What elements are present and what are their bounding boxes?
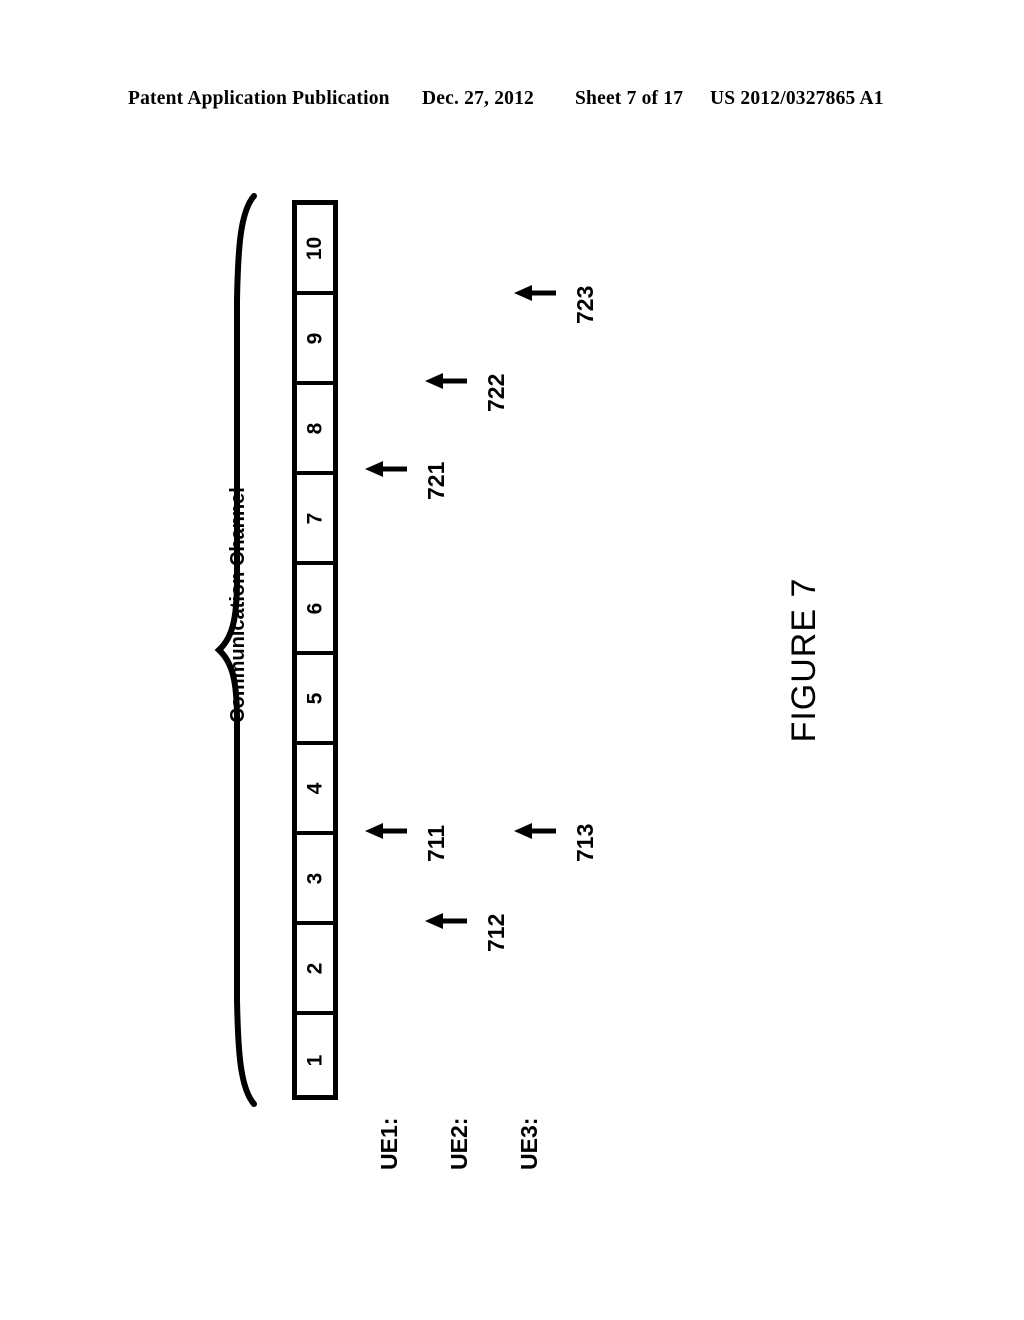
left-arrow-icon [514, 823, 556, 839]
left-arrow-icon [425, 373, 467, 389]
left-arrow-icon [365, 461, 407, 477]
channel-slot-label: 9 [303, 332, 327, 344]
channel-slot-label: 10 [303, 236, 327, 260]
channel-slot-label: 1 [303, 1054, 327, 1066]
communication-channel-label: Communication Channel [227, 487, 249, 723]
left-arrow-icon [365, 823, 407, 839]
reference-number-713: 713 [572, 823, 598, 862]
ue-row-label-ue1: UE1: [376, 1117, 402, 1170]
annotation-722: 722 [423, 368, 543, 428]
channel-slot-label: 4 [303, 782, 327, 794]
reference-number-723: 723 [572, 285, 598, 324]
annotation-711: 711 [363, 818, 483, 878]
publication-date: Dec. 27, 2012 [422, 88, 534, 109]
sheet-number: Sheet 7 of 17 [575, 88, 684, 109]
left-arrow-icon [514, 285, 556, 301]
channel-slot: 1 [297, 1015, 333, 1105]
publication-title: Patent Application Publication [128, 88, 390, 109]
ue-row-label-ue2: UE2: [446, 1117, 472, 1170]
annotation-713: 713 [512, 818, 632, 878]
channel-slot: 10 [297, 205, 333, 295]
channel-slot-label: 2 [303, 962, 327, 974]
patent-number: US 2012/0327865 A1 [710, 88, 884, 109]
channel-slot: 9 [297, 295, 333, 385]
annotation-712: 712 [423, 908, 543, 968]
left-arrow-icon [425, 913, 467, 929]
reference-number-721: 721 [423, 461, 449, 500]
figure-caption: FIGURE 7 [785, 577, 823, 743]
channel-slot-label: 7 [303, 512, 327, 524]
publication-header: Patent Application Publication Dec. 27, … [0, 88, 1024, 114]
channel-slot: 8 [297, 385, 333, 475]
channel-slot: 6 [297, 565, 333, 655]
reference-number-712: 712 [483, 913, 509, 952]
channel-slot-label: 6 [303, 602, 327, 614]
communication-channel-slots: 10 9 8 7 6 5 4 3 2 1 [292, 200, 338, 1100]
annotation-721: 721 [363, 456, 483, 516]
annotation-723: 723 [512, 280, 632, 340]
channel-slot: 7 [297, 475, 333, 565]
ue-row-label-ue3: UE3: [516, 1117, 542, 1170]
channel-slot-label: 8 [303, 422, 327, 434]
channel-slot: 4 [297, 745, 333, 835]
channel-slot: 2 [297, 925, 333, 1015]
reference-number-711: 711 [423, 824, 449, 862]
channel-slot: 3 [297, 835, 333, 925]
channel-slot: 5 [297, 655, 333, 745]
reference-number-722: 722 [483, 373, 509, 412]
channel-slot-label: 3 [303, 872, 327, 884]
channel-slot-label: 5 [303, 692, 327, 704]
